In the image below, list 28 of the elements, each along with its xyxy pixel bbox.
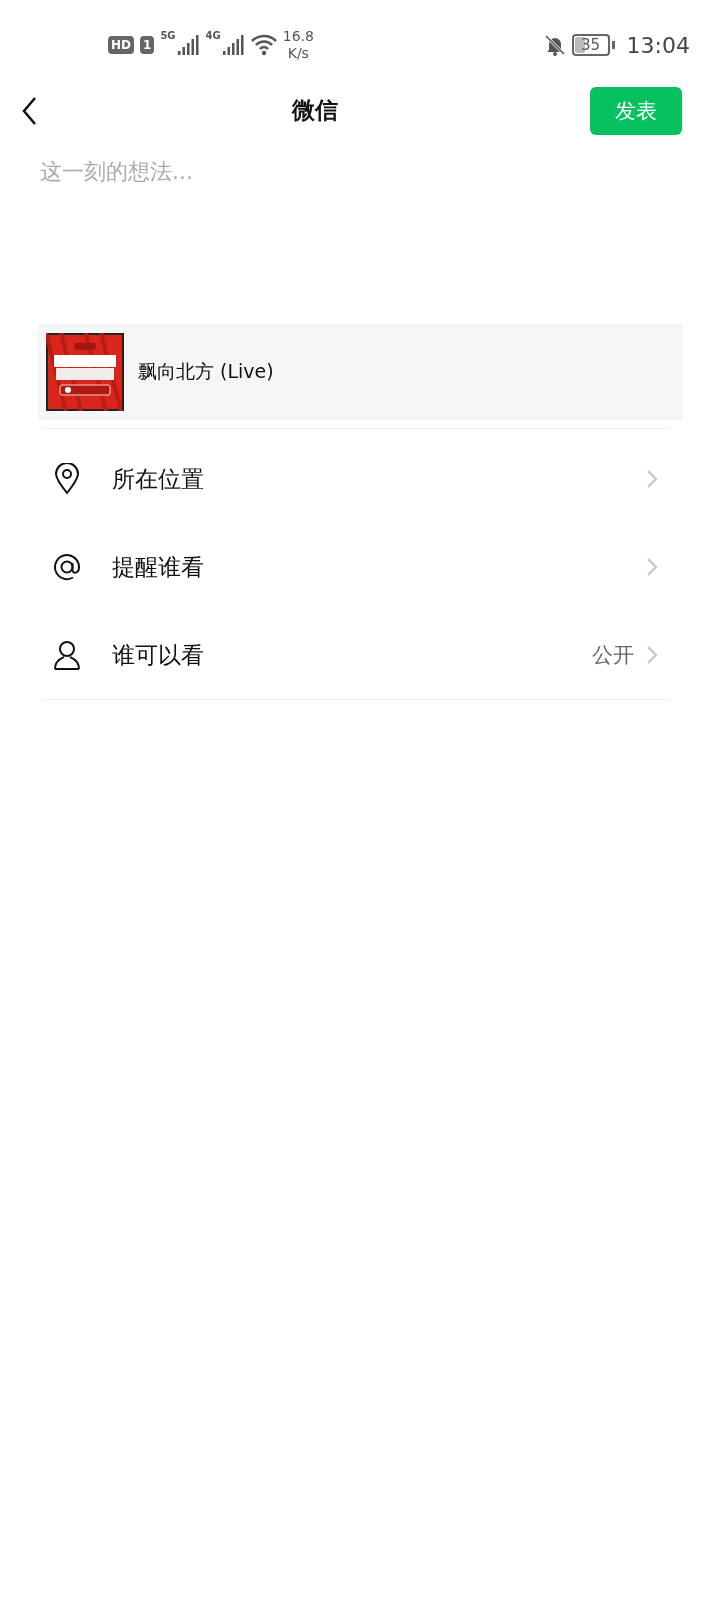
location-pin-icon bbox=[52, 463, 82, 495]
option-label: 所在位置 bbox=[112, 464, 205, 494]
at-sign-icon bbox=[52, 551, 82, 583]
battery-icon: 35 bbox=[571, 34, 610, 56]
option-row[interactable]: 谁可以看 公开 bbox=[42, 611, 670, 699]
chevron-icon bbox=[646, 557, 658, 577]
option-value: 公开 bbox=[592, 642, 634, 669]
page-title: 微信 bbox=[292, 96, 338, 125]
chevron-icon bbox=[646, 645, 658, 665]
speed-value: 16.8 bbox=[282, 28, 314, 45]
sim-badge: 1 bbox=[140, 36, 155, 54]
song-title: 飘向北方 (Live) bbox=[138, 359, 274, 384]
wifi-icon bbox=[250, 34, 277, 56]
signal-icon bbox=[222, 35, 245, 55]
option-row[interactable]: 所在位置 bbox=[42, 435, 670, 523]
speed-unit: K/s bbox=[287, 45, 309, 62]
option-label: 提醒谁看 bbox=[112, 552, 205, 582]
chevron-icon bbox=[646, 469, 658, 489]
option-label: 谁可以看 bbox=[112, 640, 205, 670]
signal-icon bbox=[177, 35, 200, 55]
music-card[interactable]: 飘向北方 (Live) bbox=[38, 324, 683, 420]
muted-bell-icon bbox=[543, 34, 566, 56]
option-row[interactable]: 提醒谁看 bbox=[42, 523, 670, 611]
network-label: 5G bbox=[160, 30, 176, 41]
network-label: 4G bbox=[205, 30, 221, 41]
person-icon bbox=[52, 639, 82, 671]
clock-time: 13:04 bbox=[626, 32, 690, 58]
hd-badge: HD bbox=[108, 36, 134, 54]
